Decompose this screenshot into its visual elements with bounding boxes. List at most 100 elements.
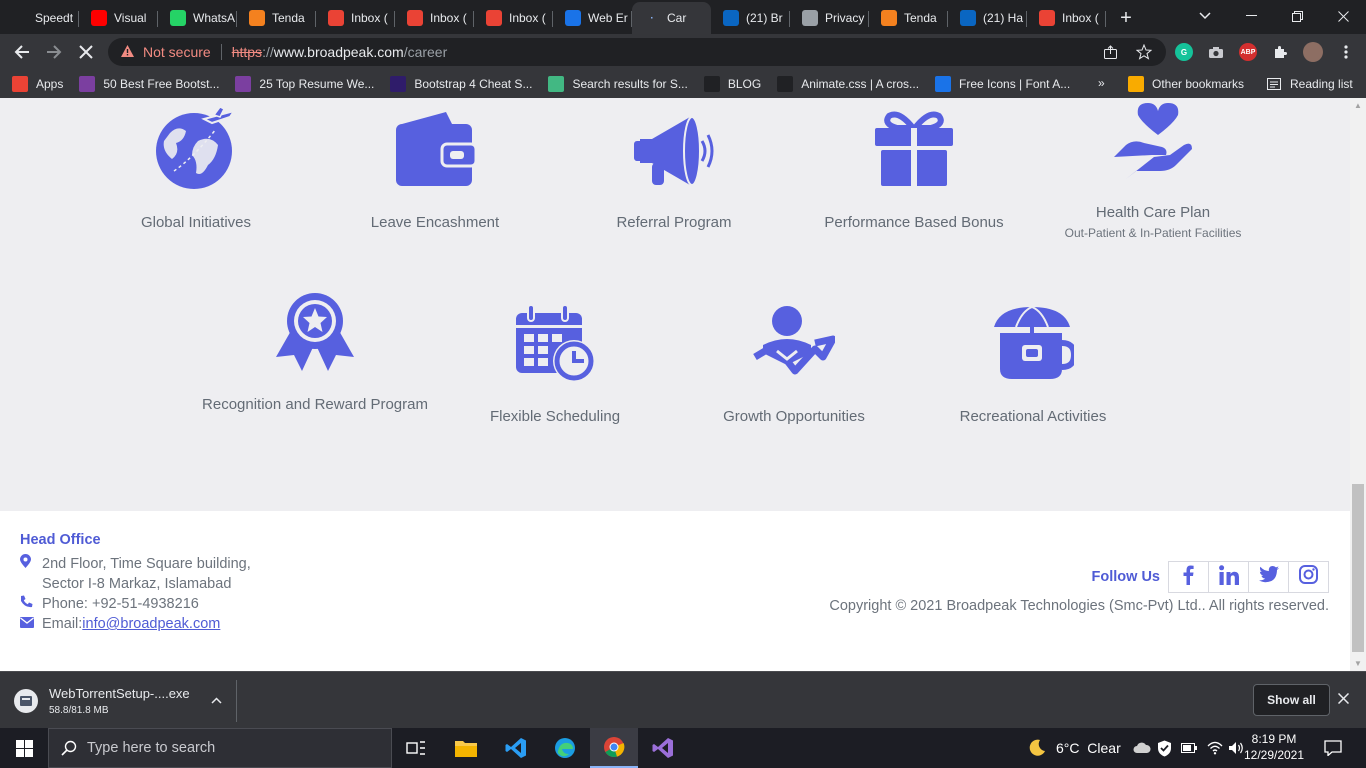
browser-tab[interactable]: Visual (79, 2, 158, 34)
camera-icon[interactable] (1207, 43, 1225, 61)
bookmark-item[interactable]: Free Icons | Font A... (935, 76, 1070, 92)
share-icon[interactable] (1100, 42, 1120, 62)
profile-avatar[interactable] (1303, 42, 1323, 62)
minimize-button[interactable] (1228, 0, 1274, 32)
tab-title: Tenda (272, 11, 305, 25)
file-explorer-icon[interactable] (442, 728, 490, 768)
bookmark-item[interactable]: 25 Top Resume We... (235, 76, 374, 92)
bookmark-item[interactable]: Bootstrap 4 Cheat S... (390, 76, 532, 92)
tab-title: (21) Br (746, 11, 783, 25)
stop-loading-button[interactable] (72, 38, 100, 66)
show-all-button[interactable]: Show all (1253, 684, 1330, 716)
weather-widget[interactable]: 6°C Clear (1028, 728, 1121, 768)
notifications-icon[interactable] (1324, 728, 1342, 768)
bookmark-label: 50 Best Free Bootst... (103, 77, 220, 91)
facebook-icon (1183, 565, 1194, 590)
chrome-browser-icon[interactable] (590, 728, 638, 768)
warning-icon[interactable] (120, 44, 135, 61)
hostinger-icon (390, 76, 407, 92)
windows-start-button[interactable] (0, 728, 48, 768)
browser-tab[interactable]: (21) Br (711, 2, 790, 34)
close-shelf-icon[interactable] (1337, 688, 1350, 709)
scroll-up-arrow-icon[interactable]: ▲ (1350, 98, 1366, 112)
other-bookmarks-button[interactable]: Other bookmarks (1128, 76, 1244, 92)
head-office-heading: Head Office (20, 532, 101, 548)
browser-tab[interactable]: (21) Ha (948, 2, 1027, 34)
forward-button[interactable] (40, 38, 68, 66)
installer-file-icon (14, 689, 38, 713)
benefit-label: Leave Encashment (370, 214, 500, 231)
browser-tab[interactable]: Tenda (237, 2, 316, 34)
cloud-icon[interactable] (1133, 728, 1151, 768)
instagram-link[interactable] (1288, 561, 1329, 593)
not-secure-label[interactable]: Not secure (143, 44, 211, 60)
email-link[interactable]: info@broadpeak.com (82, 614, 220, 634)
footer-contact: Head Office 2nd Floor, Time Square build… (20, 532, 320, 634)
scroll-down-arrow-icon[interactable]: ▼ (1350, 656, 1366, 670)
bookmarks-overflow-button[interactable]: » (1098, 76, 1105, 90)
extensions-puzzle-icon[interactable] (1271, 43, 1289, 61)
bookmark-item[interactable]: BLOG (703, 76, 761, 92)
browser-tab[interactable]: Inbox ( (474, 2, 553, 34)
tab-list: Speedt Visual WhatsA Tenda Inbox ( Inbox ( Inb… (0, 0, 1106, 34)
browser-tab[interactable]: Speedt (0, 2, 79, 34)
page-scrollbar[interactable]: ▲ ▼ (1350, 98, 1366, 671)
battery-icon[interactable] (1181, 728, 1197, 768)
tab-search-button[interactable] (1182, 0, 1228, 32)
windows-taskbar: Type here to search 6°C Clear 8:19 PM 12… (0, 728, 1366, 768)
bookmark-label: Free Icons | Font A... (959, 77, 1071, 91)
visual-studio-icon[interactable] (639, 728, 687, 768)
browser-tab[interactable]: Web Er (553, 2, 632, 34)
vscode-icon[interactable] (492, 728, 540, 768)
bookmark-item[interactable]: Search results for S... (548, 76, 688, 92)
wallet-icon (315, 106, 555, 192)
url-separator: :// (262, 44, 274, 60)
security-shield-icon[interactable] (1157, 728, 1172, 768)
speedtest-icon (12, 10, 28, 26)
reading-list-button[interactable]: Reading list (1266, 76, 1353, 92)
bookmark-item[interactable]: 50 Best Free Bootst... (79, 76, 219, 92)
chevron-up-icon[interactable] (211, 693, 222, 707)
taskbar-clock[interactable]: 8:19 PM 12/29/2021 (1240, 731, 1308, 763)
reading-list-icon (1266, 76, 1282, 92)
browser-tab[interactable]: Inbox ( (395, 2, 474, 34)
bookmark-star-icon[interactable] (1134, 42, 1154, 62)
new-tab-button[interactable]: + (1110, 2, 1142, 34)
restore-button[interactable] (1274, 0, 1320, 32)
scrollbar-thumb[interactable] (1352, 484, 1364, 652)
browser-tab[interactable]: · Car (632, 2, 711, 34)
grammarly-icon[interactable]: G (1175, 43, 1193, 61)
wifi-icon[interactable] (1207, 728, 1223, 768)
phone-text: Phone: +92-51-4938216 (42, 596, 199, 612)
bookmark-label: Search results for S... (572, 77, 688, 91)
instagram-icon (1299, 565, 1318, 589)
facebook-link[interactable] (1168, 561, 1209, 593)
twitter-link[interactable] (1248, 561, 1289, 593)
bookmark-item[interactable]: Animate.css | A cros... (777, 76, 919, 92)
taskbar-search-box[interactable]: Type here to search (48, 728, 392, 768)
benefit-sublabel: Out-Patient & In-Patient Facilities (1064, 226, 1242, 240)
tab-title: Inbox ( (430, 11, 467, 25)
linkedin-link[interactable] (1208, 561, 1249, 593)
benefit-label: Referral Program (616, 214, 732, 231)
browser-tab[interactable]: Privacy (790, 2, 869, 34)
benefit-label: Growth Opportunities (723, 408, 865, 425)
close-window-button[interactable] (1320, 0, 1366, 32)
menu-kebab-icon[interactable] (1336, 42, 1356, 62)
browser-tab[interactable]: Tenda (869, 2, 948, 34)
browser-tab[interactable]: WhatsA (158, 2, 237, 34)
email-row: Email: info@broadpeak.com (20, 614, 320, 634)
back-button[interactable] (8, 38, 36, 66)
bookmark-label: Animate.css | A cros... (801, 77, 920, 91)
browser-tab[interactable]: Inbox ( (316, 2, 395, 34)
task-view-icon[interactable] (392, 728, 440, 768)
gmail-icon (328, 10, 344, 26)
award-badge-icon (195, 288, 435, 374)
edge-browser-icon[interactable] (541, 728, 589, 768)
browser-tab[interactable]: Inbox ( (1027, 2, 1106, 34)
address-bar[interactable]: Not secure https :// www.broadpeak.com /… (108, 38, 1166, 66)
download-item[interactable]: WebTorrentSetup-....exe 58.8/81.8 MB (14, 684, 236, 718)
bookmark-item[interactable]: Apps (12, 76, 63, 92)
benefit-recognition-reward: Recognition and Reward Program (195, 288, 435, 416)
adblock-plus-icon[interactable]: ABP (1239, 43, 1257, 61)
